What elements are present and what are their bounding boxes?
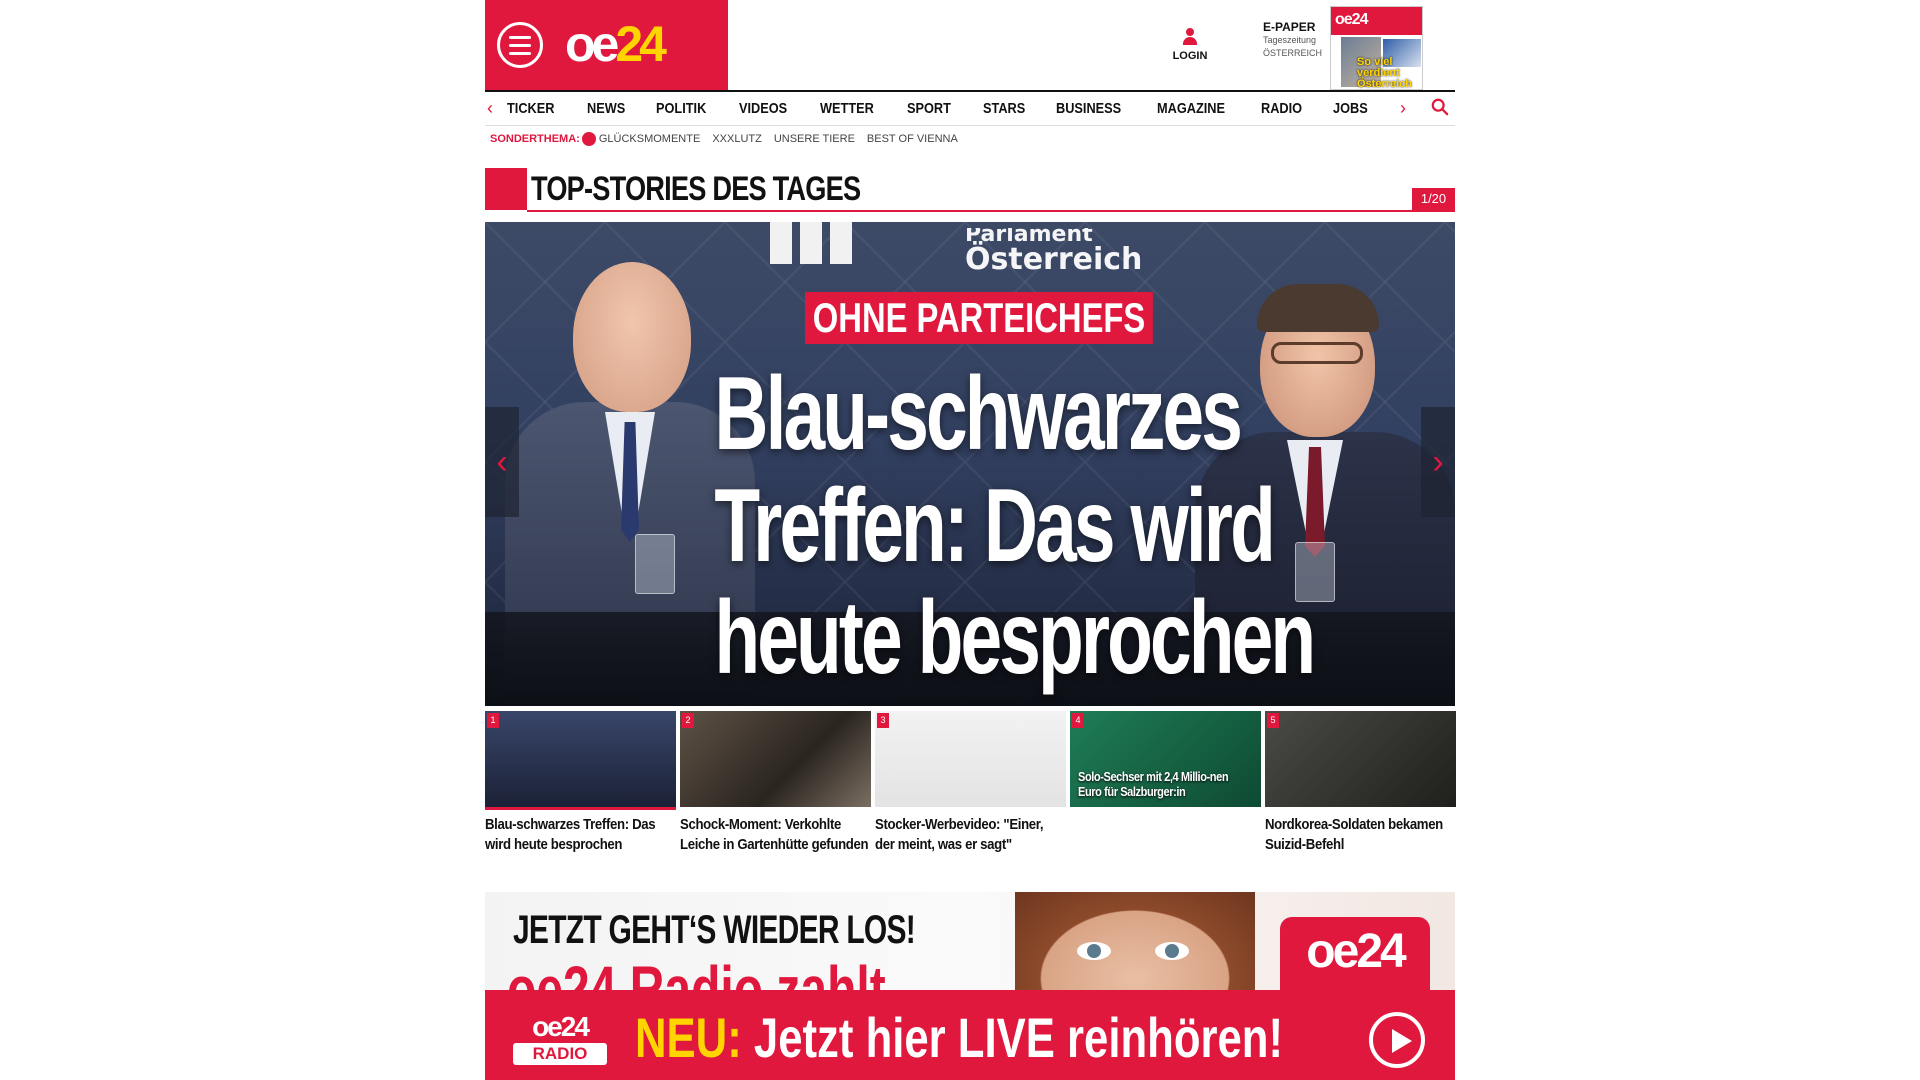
cover-logo: oe24 <box>1335 11 1368 28</box>
hero-kicker: OHNE PARTEICHEFS <box>805 292 1154 344</box>
clover-icon <box>581 132 596 146</box>
thumb-image: 2 <box>680 711 871 807</box>
sub-nav-item-xxxlutz[interactable]: XXXLUTZ <box>712 133 762 145</box>
play-icon[interactable] <box>1369 1012 1425 1068</box>
thumb-overlay-text: Solo-Sechser mit 2,4 Millio-nen Euro für… <box>1078 769 1229 799</box>
hero-headline-line-3: heute besprochen <box>714 580 1316 696</box>
epaper-link[interactable]: E-PAPER Tageszeitung ÖSTERREICH <box>1263 20 1333 60</box>
radio-cta-text: NEU: Jetzt hier LIVE reinhören! <box>635 1008 1283 1068</box>
thumb-title: Nordkorea-Soldaten bekamen Suizid-Befehl <box>1265 816 1443 853</box>
logo-num: 24 <box>615 16 667 72</box>
backdrop-line-2: Österreich <box>965 242 1143 277</box>
hero-backdrop-text: Parlament Österreich <box>965 228 1142 277</box>
radio-logo-top: oe24 <box>532 1011 590 1042</box>
section-heading: TOP-STORIES DES TAGES 1/20 <box>485 168 1455 212</box>
nav-item-magazine[interactable]: MAGAZINE <box>1157 100 1225 117</box>
nav-item-ticker[interactable]: TICKER <box>507 100 554 117</box>
hamburger-icon[interactable] <box>497 22 543 68</box>
epaper-subtitle-2: ÖSTERREICH <box>1263 48 1323 58</box>
nav-item-sport[interactable]: SPORT <box>907 100 951 117</box>
backdrop-line-1: Parlament <box>965 228 1093 242</box>
hero-headline-line-1: Blau-schwarzes <box>714 356 1243 472</box>
story-thumb-2[interactable]: 2 Schock-Moment: Verkohlte Leiche in Gar… <box>680 711 871 881</box>
radio-neu-label: NEU: <box>635 1006 742 1069</box>
hero-story[interactable]: Parlament Österreich OHNE PARTEICHEFS Bl… <box>485 222 1455 706</box>
site-header: oe24 LOGIN E-PAPER Tageszeitung ÖSTERREI… <box>485 0 1455 90</box>
section-divider <box>527 210 1455 212</box>
sub-nav-label: SONDERTHEMA: <box>490 133 580 145</box>
parliament-logo <box>770 222 880 268</box>
radio-logo-bottom: RADIO <box>513 1043 607 1065</box>
story-thumb-1[interactable]: 1 Blau-schwarzes Treffen: Das wird heute… <box>485 711 676 881</box>
cover-headline: So viel verdient Österreich <box>1357 56 1413 90</box>
story-thumbnails: 1 Blau-schwarzes Treffen: Das wird heute… <box>485 711 1456 881</box>
user-icon <box>1181 28 1199 46</box>
sub-nav-item-gluecksmomente[interactable]: GLÜCKSMOMENTE <box>599 133 700 145</box>
thumb-image: 4 Solo-Sechser mit 2,4 Millio-nen Euro f… <box>1070 711 1261 807</box>
ad-logo: oe24 <box>1280 917 1430 1000</box>
search-icon[interactable] <box>1431 98 1449 116</box>
ad-photo <box>1015 892 1255 1000</box>
site-logo[interactable]: oe24 <box>565 14 667 74</box>
thumb-image: 1 <box>485 711 676 807</box>
brand-box: oe24 <box>485 0 728 90</box>
sub-nav-item-unsere-tiere[interactable]: UNSERE TIERE <box>774 133 855 145</box>
nav-item-radio[interactable]: RADIO <box>1261 100 1302 117</box>
thumb-number: 4 <box>1072 713 1084 728</box>
thumb-number: 3 <box>877 713 889 728</box>
slide-counter: 1/20 <box>1412 188 1455 210</box>
epaper-cover[interactable]: oe24 So viel verdient Österreich <box>1330 6 1423 90</box>
main-nav: ‹ TICKER NEWS POLITIK VIDEOS WETTER SPOR… <box>485 90 1455 126</box>
section-accent-bar <box>485 168 527 210</box>
thumb-number: 2 <box>682 713 694 728</box>
ad-banner[interactable]: JETZT GEHT‘S WIEDER LOS! oe24 Radio zahl… <box>485 892 1455 1000</box>
story-thumb-4[interactable]: 4 Solo-Sechser mit 2,4 Millio-nen Euro f… <box>1070 711 1261 881</box>
nav-item-politik[interactable]: POLITIK <box>656 100 706 117</box>
sub-nav-item-best-of-vienna[interactable]: BEST OF VIENNA <box>867 133 958 145</box>
ad-title: JETZT GEHT‘S WIEDER LOS! <box>513 908 916 952</box>
story-thumb-3[interactable]: 3 Stocker-Werbevideo: "Einer, der meint,… <box>875 711 1066 881</box>
nav-item-business[interactable]: BUSINESS <box>1056 100 1121 117</box>
thumb-image: 3 <box>875 711 1066 807</box>
nav-items: TICKER NEWS POLITIK VIDEOS WETTER SPORT … <box>507 100 1398 117</box>
hero-headline: Blau-schwarzes Treffen: Das wird heute b… <box>714 356 1316 696</box>
nav-item-wetter[interactable]: WETTER <box>820 100 874 117</box>
nav-item-stars[interactable]: STARS <box>983 100 1025 117</box>
epaper-title: E-PAPER <box>1263 20 1316 34</box>
nav-next-chevron-right-icon[interactable]: › <box>1400 98 1406 119</box>
nav-prev-chevron-left-icon[interactable]: ‹ <box>487 98 493 119</box>
hero-next-chevron-right-icon[interactable]: › <box>1421 407 1455 517</box>
thumb-number: 1 <box>487 713 499 728</box>
thumb-image: 5 <box>1265 711 1456 807</box>
hero-prev-chevron-left-icon[interactable]: ‹ <box>485 407 519 517</box>
story-thumb-5[interactable]: 5 Nordkorea-Soldaten bekamen Suizid-Befe… <box>1265 711 1456 881</box>
page: oe24 LOGIN E-PAPER Tageszeitung ÖSTERREI… <box>485 0 1456 1080</box>
thumb-title: Stocker-Werbevideo: "Einer, der meint, w… <box>875 816 1044 853</box>
thumb-active-indicator <box>485 807 676 810</box>
nav-item-videos[interactable]: VIDEOS <box>739 100 787 117</box>
radio-player-bar[interactable]: oe24 RADIO NEU: Jetzt hier LIVE reinhöre… <box>485 990 1455 1080</box>
login-label: LOGIN <box>1172 50 1208 62</box>
water-glass <box>635 534 675 594</box>
radio-cta-label: Jetzt hier LIVE reinhören! <box>753 1006 1284 1069</box>
nav-item-jobs[interactable]: JOBS <box>1333 100 1368 117</box>
sub-nav: SONDERTHEMA: GLÜCKSMOMENTE XXXLUTZ UNSER… <box>485 128 1455 150</box>
logo-oe: oe <box>565 16 619 72</box>
nav-item-news[interactable]: NEWS <box>587 100 625 117</box>
epaper-subtitle: Tageszeitung <box>1263 35 1317 45</box>
radio-logo: oe24 RADIO <box>513 1013 607 1067</box>
hero-headline-line-2: Treffen: Das wird <box>714 468 1275 584</box>
thumb-number: 5 <box>1267 713 1279 728</box>
thumb-title: Blau-schwarzes Treffen: Das wird heute b… <box>485 816 656 853</box>
section-title: TOP-STORIES DES TAGES <box>531 170 861 208</box>
login-button[interactable]: LOGIN <box>1165 28 1215 62</box>
thumb-title: Schock-Moment: Verkohlte Leiche in Garte… <box>680 816 869 853</box>
